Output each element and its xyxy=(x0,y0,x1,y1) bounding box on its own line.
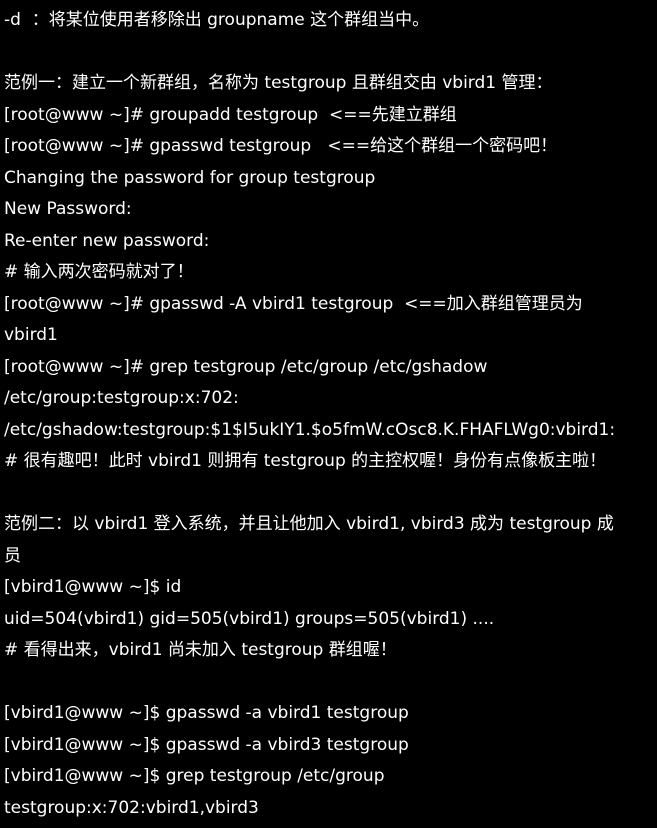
terminal-line: [root@www ~]# groupadd testgroup <==先建立群… xyxy=(4,104,457,125)
terminal-line: [root@www ~]# gpasswd testgroup <==给这个群组… xyxy=(4,136,558,156)
terminal-line: 员 xyxy=(4,545,21,566)
terminal-line: /etc/group:testgroup:x:702: xyxy=(4,388,239,408)
terminal-line: [vbird1@www ~]$ grep testgroup /etc/grou… xyxy=(4,766,385,786)
terminal-line: uid=504(vbird1) gid=505(vbird1) groups=5… xyxy=(4,608,495,629)
terminal-line: vbird1 xyxy=(4,325,58,345)
terminal-line: -d ：将某位使用者移除出 groupname 这个群组当中。 xyxy=(4,10,430,30)
terminal-line: Re-enter new password: xyxy=(4,230,210,251)
terminal-line: New Password: xyxy=(4,199,132,219)
terminal-line: 范例一：建立一个新群组，名称为 testgroup 且群组交由 vbird1 管… xyxy=(4,73,553,93)
terminal-line: Changing the password for group testgrou… xyxy=(4,167,376,188)
terminal-line: # 很有趣吧！此时 vbird1 则拥有 testgroup 的主控权喔！身份有… xyxy=(4,451,607,471)
terminal-line: [vbird1@www ~]$ gpasswd -a vbird3 testgr… xyxy=(4,734,409,755)
terminal-line: # 输入两次密码就对了！ xyxy=(4,262,194,282)
terminal-line: [root@www ~]# grep testgroup /etc/group … xyxy=(4,356,488,377)
terminal-line: /etc/gshadow:testgroup:$1$I5ukIY1.$o5fmW… xyxy=(4,419,616,440)
terminal-line: testgroup:x:702:vbird1,vbird3 xyxy=(4,797,259,818)
terminal-output: -d ：将某位使用者移除出 groupname 这个群组当中。 范例一：建立一个… xyxy=(0,0,657,828)
terminal-line: [vbird1@www ~]$ id xyxy=(4,577,182,597)
terminal-line: [root@www ~]# gpasswd -A vbird1 testgrou… xyxy=(4,293,583,314)
terminal-line: [vbird1@www ~]$ gpasswd -a vbird1 testgr… xyxy=(4,703,409,723)
terminal-line: # 看得出来，vbird1 尚未加入 testgroup 群组喔！ xyxy=(4,640,397,660)
terminal-line: 范例二：以 vbird1 登入系统，并且让他加入 vbird1, vbird3 … xyxy=(4,514,614,534)
